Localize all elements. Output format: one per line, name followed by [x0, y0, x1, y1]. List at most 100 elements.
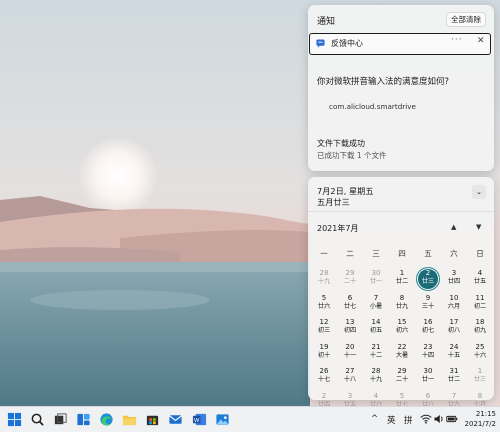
next-month-icon[interactable]: ▼ — [476, 223, 481, 231]
photos-icon[interactable] — [215, 412, 230, 427]
day-number: 10 — [449, 293, 459, 302]
calendar-day[interactable]: 14 初五 — [363, 316, 389, 342]
previous-month-icon[interactable]: ▲ — [451, 223, 456, 231]
day-number: 17 — [449, 318, 459, 326]
day-number: 8 — [477, 391, 483, 400]
calendar-day[interactable]: 12 初三 — [311, 316, 337, 342]
search-icon[interactable] — [30, 412, 45, 427]
calendar-day[interactable]: 31 廿二 — [441, 365, 467, 391]
day-number: 30 — [423, 367, 433, 375]
day-number: 1 — [477, 367, 483, 375]
calendar-day[interactable]: 11 初二 — [467, 292, 493, 318]
wifi-icon[interactable] — [420, 413, 432, 425]
calendar-day[interactable]: 29 二十 — [389, 365, 415, 391]
calendar-day[interactable]: 13 初四 — [337, 316, 363, 342]
calendar-day[interactable]: 16 初七 — [415, 316, 441, 342]
calendar-day[interactable]: 25 十六 — [467, 341, 493, 367]
task-view-icon[interactable] — [53, 412, 68, 427]
day-number: 14 — [371, 318, 381, 326]
edge-icon[interactable] — [99, 412, 114, 427]
lunar-day: 大暑 — [395, 351, 409, 359]
store-icon[interactable] — [145, 412, 160, 427]
file-explorer-icon[interactable] — [122, 412, 137, 427]
calendar-day[interactable]: 15 初六 — [389, 316, 415, 342]
mail-icon[interactable] — [168, 412, 183, 427]
widgets-icon[interactable] — [76, 412, 91, 427]
word-icon[interactable]: W — [192, 412, 207, 427]
calendar-day[interactable]: 22 大暑 — [389, 341, 415, 367]
lunar-day: 廿二 — [395, 278, 409, 285]
day-number: 19 — [319, 342, 329, 351]
feedback-question[interactable]: 你对微软拼音输入法的满意度如何? — [317, 75, 449, 87]
lunar-day: 初六 — [395, 327, 409, 334]
calendar-day-today[interactable]: 2 廿三 — [415, 267, 441, 293]
weekday-header: 日 — [476, 249, 484, 258]
day-number: 6 — [425, 391, 431, 400]
more-options-icon[interactable]: ··· — [451, 35, 463, 45]
calendar-day[interactable]: 17 初八 — [441, 316, 467, 342]
volume-icon[interactable] — [433, 413, 445, 425]
close-icon[interactable]: ✕ — [477, 36, 485, 46]
calendar-day[interactable]: 1 廿二 — [389, 267, 415, 293]
calendar-month-label[interactable]: 2021年7月 — [317, 223, 358, 234]
app-package-name: com.alicloud.smartdrive — [329, 102, 416, 111]
chevron-down-icon[interactable]: ⌄ — [472, 185, 486, 199]
calendar-day[interactable]: 8 廿九 — [389, 292, 415, 318]
lunar-day: 廿一 — [421, 376, 435, 383]
calendar-day[interactable]: 9 三十 — [415, 292, 441, 318]
lunar-day: 小暑 — [369, 302, 383, 310]
clear-all-button[interactable]: 全部清除 — [446, 12, 486, 27]
day-number: 11 — [475, 293, 485, 302]
day-number: 21 — [371, 342, 381, 351]
calendar-day[interactable]: 7 小暑 — [363, 292, 389, 318]
day-number: 9 — [425, 293, 431, 302]
ime-mode-indicator[interactable]: 拼 — [404, 414, 413, 426]
calendar-day[interactable]: 27 十八 — [337, 365, 363, 391]
calendar-day[interactable]: 30 廿一 — [363, 267, 389, 293]
lunar-day: 廿三 — [473, 376, 487, 383]
day-number: 25 — [475, 342, 485, 351]
calendar-day[interactable]: 26 十七 — [311, 365, 337, 391]
lunar-day: 十二 — [369, 351, 383, 359]
calendar-day[interactable]: 30 廿一 — [415, 365, 441, 391]
lunar-day: 十七 — [317, 376, 331, 383]
lunar-day: 廿三 — [421, 278, 435, 285]
lunar-day: 初八 — [447, 327, 461, 334]
windows-start-icon[interactable] — [7, 412, 22, 427]
clock-time[interactable]: 21:15 — [468, 410, 496, 418]
ime-language-indicator[interactable]: 英 — [387, 414, 396, 426]
feedback-hub-notification[interactable]: 反馈中心 ··· ✕ — [309, 33, 491, 55]
day-number: 30 — [371, 269, 381, 277]
calendar-day[interactable]: 18 初九 — [467, 316, 493, 342]
clock-date[interactable]: 2021/7/2 — [456, 420, 496, 428]
day-number: 12 — [319, 318, 329, 326]
notification-header-title: 通知 — [317, 17, 336, 27]
calendar-day[interactable]: 24 十五 — [441, 341, 467, 367]
calendar-day[interactable]: 19 初十 — [311, 341, 337, 367]
download-notification-title[interactable]: 文件下载成功 — [317, 138, 365, 149]
day-number: 4 — [373, 391, 379, 400]
calendar-day[interactable]: 10 六月 — [441, 292, 467, 318]
weekday-header: 三 — [372, 249, 380, 258]
calendar-day[interactable]: 28 十九 — [311, 267, 337, 293]
day-number: 23 — [423, 342, 433, 351]
calendar-day[interactable]: 5 廿六 — [311, 292, 337, 318]
calendar-day[interactable]: 29 二十 — [337, 267, 363, 293]
day-number: 27 — [345, 367, 355, 375]
show-hidden-icons-icon[interactable]: ^ — [371, 414, 378, 424]
calendar-day[interactable]: 1 廿三 — [467, 365, 493, 391]
day-number: 7 — [373, 293, 379, 302]
lunar-day: 十四 — [421, 351, 435, 359]
lunar-day: 三十 — [421, 302, 435, 310]
lunar-day: 十六 — [473, 351, 487, 359]
calendar-day[interactable]: 6 廿七 — [337, 292, 363, 318]
calendar-day[interactable]: 28 十九 — [363, 365, 389, 391]
calendar-day[interactable]: 23 十四 — [415, 341, 441, 367]
day-number: 13 — [345, 318, 355, 326]
calendar-day[interactable]: 4 廿五 — [467, 267, 493, 293]
day-number: 28 — [371, 367, 381, 375]
day-number: 5 — [321, 293, 327, 302]
calendar-day[interactable]: 21 十二 — [363, 341, 389, 367]
calendar-day[interactable]: 3 廿四 — [441, 267, 467, 293]
calendar-day[interactable]: 20 十一 — [337, 341, 363, 367]
